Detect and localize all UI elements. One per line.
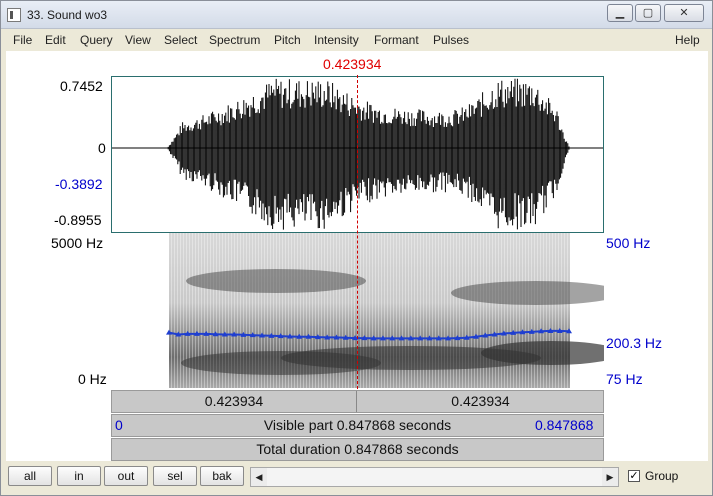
app-icon	[7, 8, 21, 22]
waveform-max-label: 0.7452	[60, 78, 103, 94]
all-button[interactable]: all	[8, 466, 52, 486]
selection-time-bar: 0.423934 0.423934	[111, 390, 604, 413]
visible-start-label: 0	[115, 417, 123, 433]
waveform-trace	[167, 78, 570, 230]
horizontal-scrollbar[interactable]: ◀ ▶	[250, 467, 619, 487]
menu-edit[interactable]: Edit	[45, 33, 66, 47]
scroll-left-icon[interactable]: ◀	[251, 468, 267, 486]
minimize-icon: ▁	[615, 7, 625, 19]
waveform-cursor-value-label: -0.3892	[55, 176, 103, 192]
formant-band	[181, 351, 381, 375]
waveform-zero-label: 0	[98, 140, 106, 156]
cursor-line	[357, 75, 358, 389]
menu-help[interactable]: Help	[675, 33, 700, 47]
group-label: Group	[645, 469, 679, 483]
formant-band	[186, 269, 366, 293]
close-icon: ✕	[679, 7, 689, 19]
pitch-top-label: 500 Hz	[606, 235, 651, 251]
visible-end-label: 0.847868	[535, 417, 594, 433]
title-bar: 33. Sound wo3 ▁ ▢ ✕	[1, 1, 712, 29]
maximize-icon: ▢	[642, 7, 654, 19]
menu-spectrum[interactable]: Spectrum	[209, 33, 260, 47]
praat-sound-window: 33. Sound wo3 ▁ ▢ ✕ File Edit Query View…	[0, 0, 713, 496]
menu-pulses[interactable]: Pulses	[433, 33, 469, 47]
zoom-back-button[interactable]: bak	[200, 466, 244, 486]
visible-part-label: Visible part 0.847868 seconds	[263, 417, 452, 433]
total-duration-bar[interactable]: Total duration 0.847868 seconds	[111, 438, 604, 461]
zoom-out-button[interactable]: out	[104, 466, 148, 486]
cursor-time-label: 0.423934	[323, 56, 382, 72]
menu-view[interactable]: View	[125, 33, 151, 47]
right-segment-button[interactable]: 0.423934	[358, 391, 603, 412]
zoom-in-button[interactable]: in	[57, 466, 101, 486]
window-title: 33. Sound wo3	[27, 8, 108, 22]
visible-part-bar[interactable]: Visible part 0.847868 seconds	[111, 414, 604, 437]
menu-select[interactable]: Select	[164, 33, 197, 47]
zoom-selection-button[interactable]: sel	[153, 466, 197, 486]
total-duration-label: Total duration 0.847868 seconds	[256, 441, 459, 457]
menu-intensity[interactable]: Intensity	[314, 33, 359, 47]
left-segment-button[interactable]: 0.423934	[112, 391, 357, 412]
close-button[interactable]: ✕	[664, 4, 704, 22]
menu-formant[interactable]: Formant	[374, 33, 419, 47]
waveform-min-label: -0.8955	[54, 212, 102, 228]
menu-pitch[interactable]: Pitch	[274, 33, 301, 47]
menu-file[interactable]: File	[13, 33, 32, 47]
maximize-button[interactable]: ▢	[635, 4, 661, 22]
minimize-button[interactable]: ▁	[607, 4, 633, 22]
group-checkbox[interactable]: ✓	[628, 470, 640, 482]
spectrogram-bottom-freq-label: 0 Hz	[78, 371, 107, 387]
scroll-right-icon[interactable]: ▶	[602, 468, 618, 486]
pitch-cursor-label: 200.3 Hz	[606, 335, 663, 351]
menu-bar: File Edit Query View Select Spectrum Pit…	[1, 30, 712, 50]
spectrogram-top-freq-label: 5000 Hz	[51, 235, 104, 251]
menu-query[interactable]: Query	[80, 33, 113, 47]
bottom-controls: all in out sel bak ◀ ▶ ✓ Group	[1, 462, 712, 495]
pitch-bottom-label: 75 Hz	[606, 371, 643, 387]
